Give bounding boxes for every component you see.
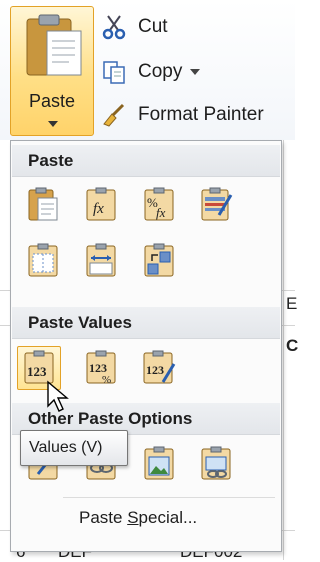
chevron-down-icon[interactable] bbox=[48, 121, 58, 127]
paste-option-paste[interactable] bbox=[23, 185, 63, 225]
scissors-icon bbox=[100, 13, 128, 41]
paste-option-formulas-number-formatting[interactable]: % fx bbox=[139, 185, 179, 225]
paste-options-menu: Paste fx % fx Paste Values 123 123 % 123… bbox=[10, 140, 282, 552]
column-widths-icon bbox=[86, 243, 116, 277]
values-brush-icon: 123 bbox=[143, 350, 176, 384]
format-painter-label: Format Painter bbox=[138, 104, 264, 125]
paste-option-linked-picture[interactable] bbox=[197, 444, 237, 484]
values-glyph: 123 bbox=[146, 363, 164, 377]
cell-c: C bbox=[286, 336, 299, 355]
paste-button-label: Paste bbox=[28, 91, 76, 111]
values-tooltip: Values (V) bbox=[20, 430, 128, 466]
clipboard-ribbon-group: Paste Cut Copy Format Painter bbox=[0, 0, 295, 140]
paste-special-accelerator: S bbox=[127, 508, 139, 527]
no-borders-icon bbox=[28, 243, 58, 277]
percent-glyph: % bbox=[102, 374, 111, 386]
paste-button[interactable]: Paste bbox=[10, 6, 94, 136]
copy-button[interactable]: Copy bbox=[100, 55, 201, 89]
chevron-down-icon[interactable] bbox=[190, 69, 201, 75]
paste-option-values-number-formatting[interactable]: 123 % bbox=[81, 348, 121, 388]
values-glyph: 123 bbox=[89, 361, 107, 375]
paste-option-transpose[interactable] bbox=[139, 241, 179, 281]
formula-glyph: fx bbox=[156, 205, 166, 220]
picture-icon bbox=[144, 446, 174, 480]
paste-option-no-borders[interactable] bbox=[23, 241, 63, 281]
copy-label: Copy bbox=[138, 61, 183, 82]
paste-special-prefix: Paste bbox=[79, 508, 128, 527]
clipboard-paste-icon bbox=[28, 187, 58, 221]
values-percent-icon: 123 % bbox=[86, 350, 116, 386]
paste-option-keep-column-widths[interactable] bbox=[81, 241, 121, 281]
source-formatting-icon bbox=[201, 187, 233, 221]
paste-option-keep-source-formatting[interactable] bbox=[197, 185, 237, 225]
cut-label: Cut bbox=[138, 16, 168, 37]
paste-option-picture[interactable] bbox=[139, 444, 179, 484]
linked-picture-icon bbox=[201, 446, 231, 480]
formula-clipboard-icon: fx bbox=[86, 187, 116, 221]
mouse-pointer-icon bbox=[47, 380, 69, 412]
paste-section-header: Paste bbox=[12, 145, 280, 177]
copy-icon bbox=[100, 58, 128, 86]
cut-button[interactable]: Cut bbox=[100, 10, 168, 44]
formula-glyph: fx bbox=[93, 201, 104, 217]
paintbrush-icon bbox=[100, 101, 128, 129]
column-header-e: E bbox=[286, 294, 298, 313]
transpose-icon bbox=[144, 243, 174, 277]
paste-option-formulas[interactable]: fx bbox=[81, 185, 121, 225]
paste-values-section-header: Paste Values bbox=[12, 307, 280, 339]
paste-special-menu-item[interactable]: Paste Special... bbox=[79, 508, 197, 528]
paste-option-values-source-formatting[interactable]: 123 bbox=[139, 348, 179, 388]
values-glyph: 123 bbox=[27, 364, 47, 379]
menu-divider bbox=[63, 497, 275, 498]
clipboard-icon bbox=[26, 14, 82, 76]
paste-special-suffix: pecial... bbox=[138, 508, 198, 527]
percent-formula-clipboard-icon: % fx bbox=[144, 187, 174, 221]
format-painter-button[interactable]: Format Painter bbox=[100, 98, 264, 132]
